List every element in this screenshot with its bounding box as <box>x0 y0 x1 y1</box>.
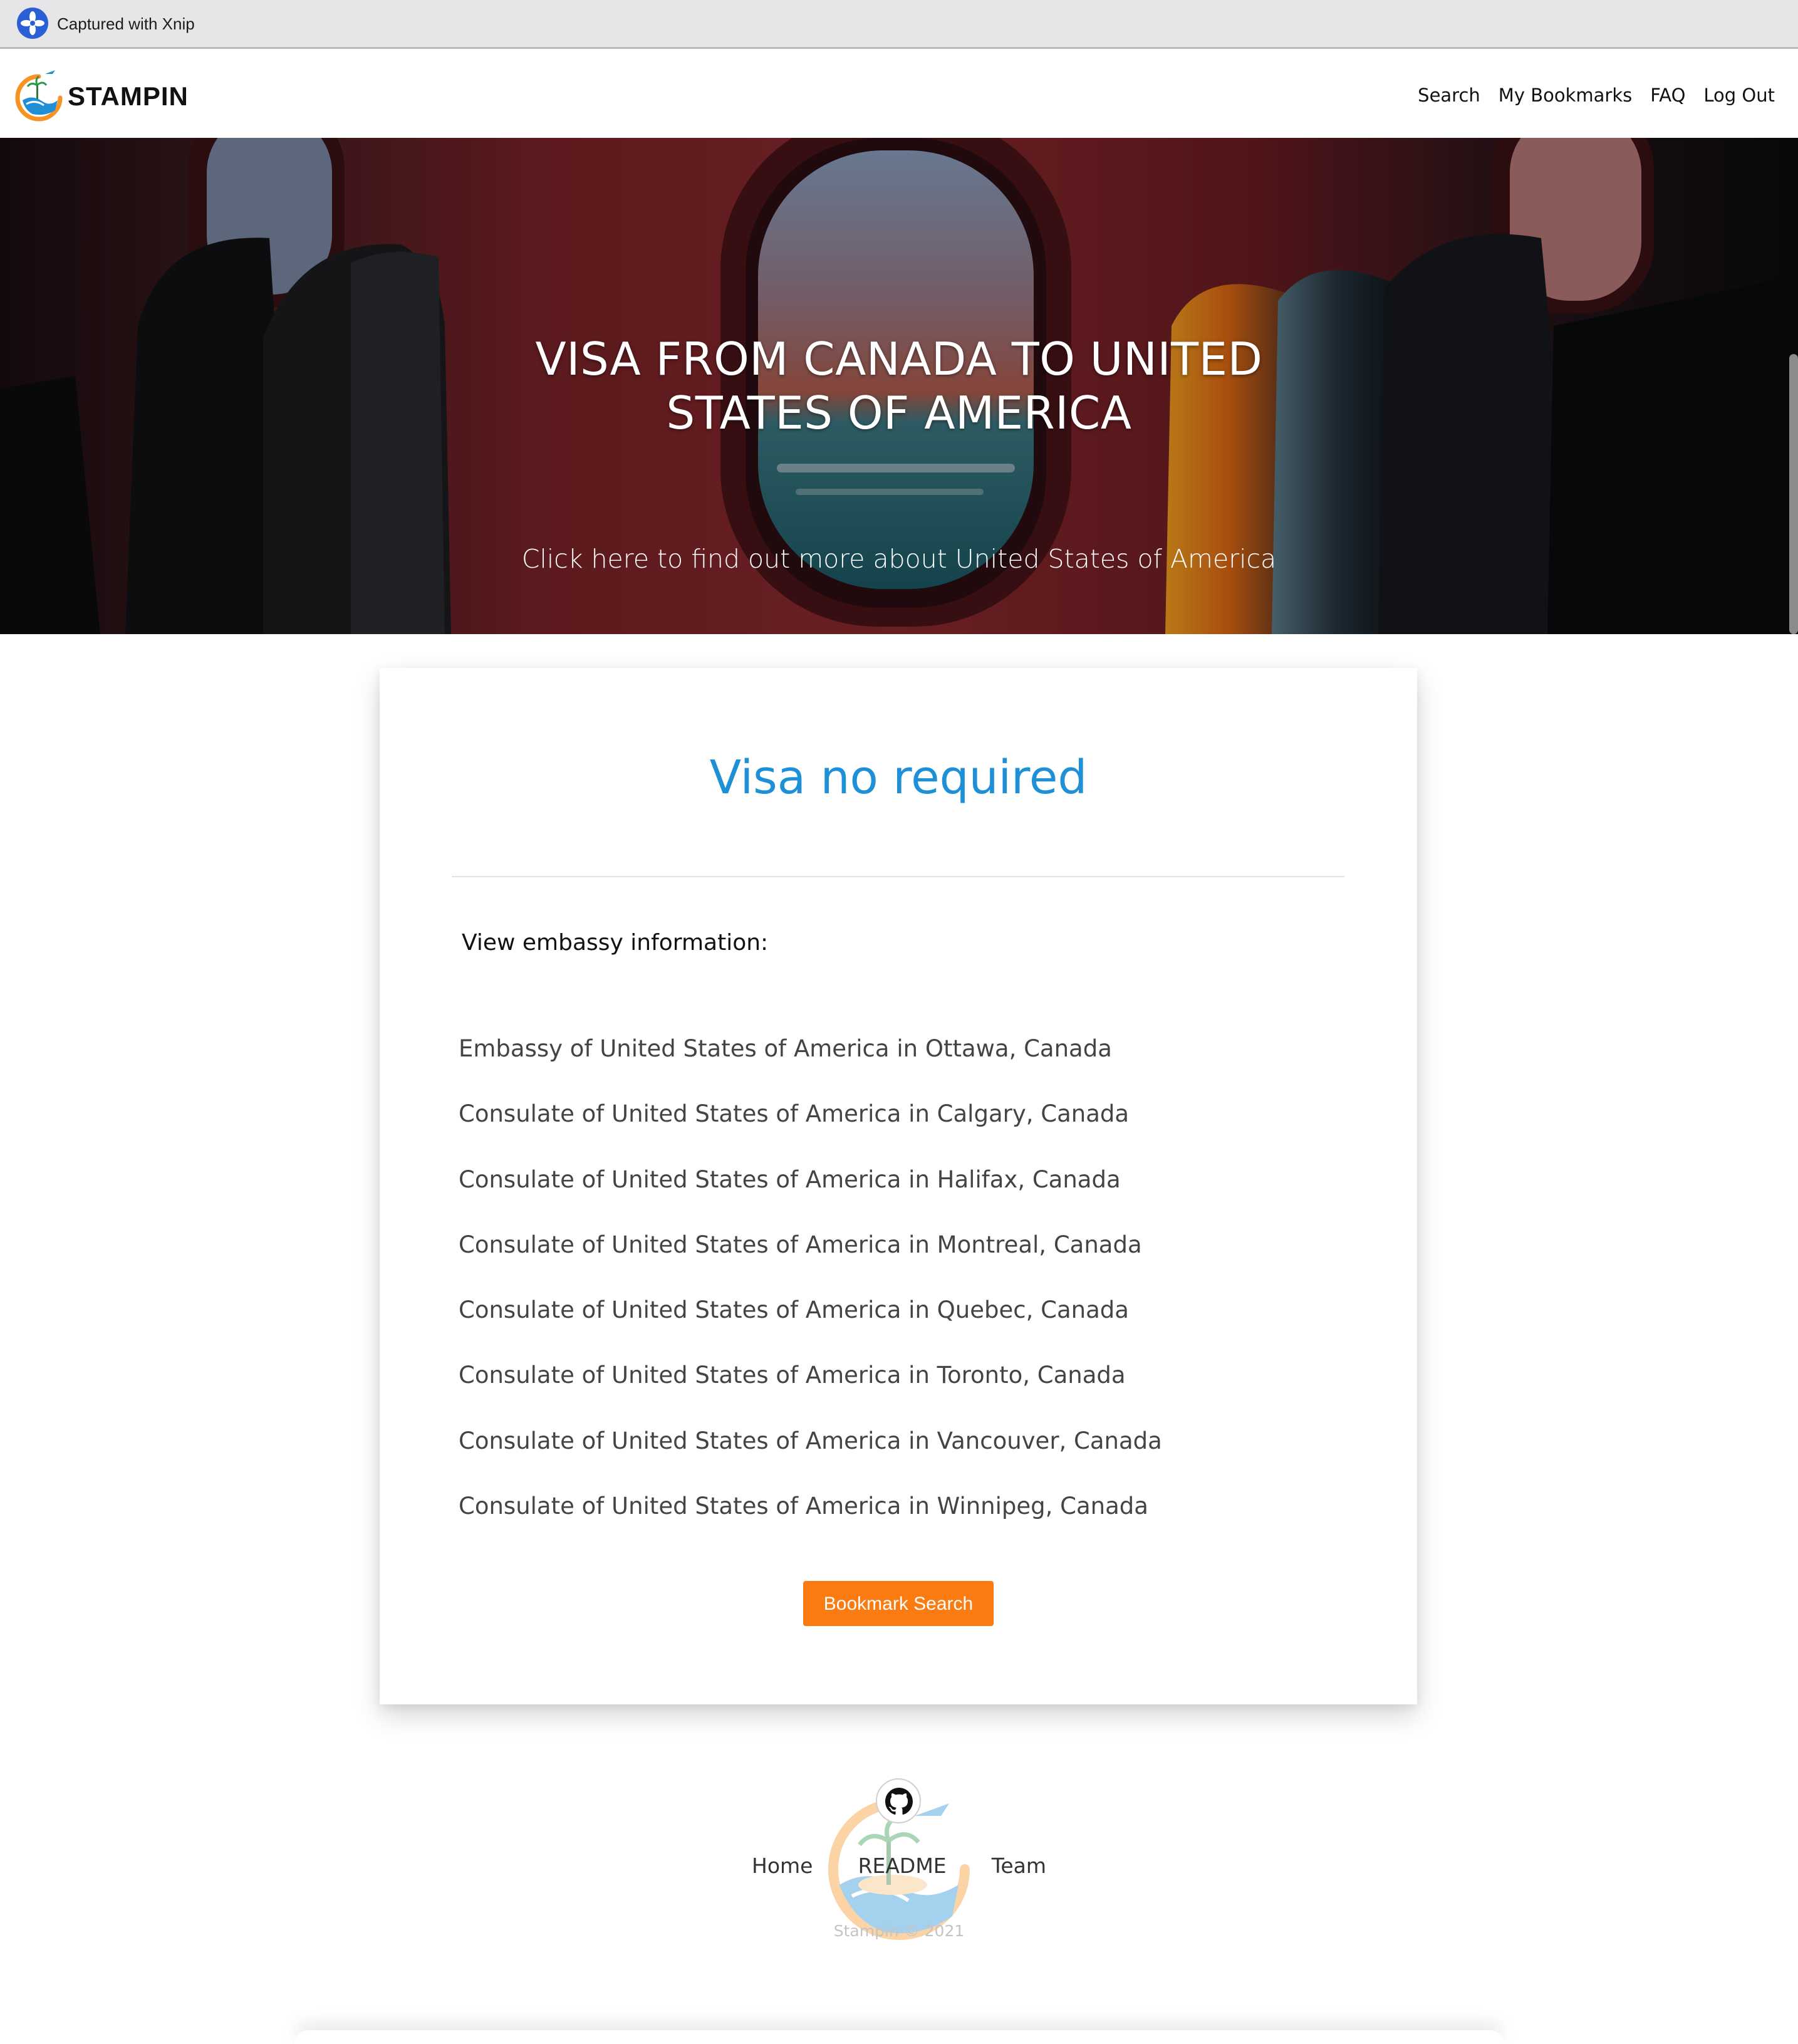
embassy-link-ottawa[interactable]: Embassy of United States of America in O… <box>459 1016 1162 1082</box>
visa-result-card: Visa no required View embassy informatio… <box>380 668 1417 1704</box>
footer-links: Home README Team <box>752 1848 1046 1884</box>
hero-title: VISA FROM CANADA TO UNITED STATES OF AME… <box>460 332 1338 440</box>
nav-log-out[interactable]: Log Out <box>1703 78 1775 113</box>
nav-my-bookmarks[interactable]: My Bookmarks <box>1499 78 1632 113</box>
consulate-link-montreal[interactable]: Consulate of United States of America in… <box>459 1212 1162 1278</box>
hero-title-line-2: STATES OF AMERICA <box>666 387 1132 439</box>
footer-team-link[interactable]: Team <box>992 1848 1046 1884</box>
consulate-link-quebec[interactable]: Consulate of United States of America in… <box>459 1278 1162 1343</box>
copyright: Stampin © 2021 <box>833 1922 965 1940</box>
hero-banner: VISA FROM CANADA TO UNITED STATES OF AME… <box>0 138 1798 634</box>
nav-faq[interactable]: FAQ <box>1650 78 1685 113</box>
consulate-link-toronto[interactable]: Consulate of United States of America in… <box>459 1343 1162 1408</box>
page-scrollbar[interactable] <box>1789 354 1798 634</box>
visa-status: Visa no required <box>709 751 1088 805</box>
nav-links: Search My Bookmarks FAQ Log Out <box>1418 78 1775 113</box>
footer-home-link[interactable]: Home <box>752 1848 813 1884</box>
top-navbar: STAMPIN Search My Bookmarks FAQ Log Out <box>0 49 1798 138</box>
bookmark-search-button[interactable]: Bookmark Search <box>803 1581 994 1626</box>
capture-bar: Captured with Xnip <box>0 0 1798 49</box>
nav-search[interactable]: Search <box>1418 78 1480 113</box>
country-info-link[interactable]: Click here to find out more about United… <box>273 541 1525 576</box>
hero-title-line-1: VISA FROM CANADA TO UNITED <box>535 333 1263 385</box>
consulate-link-calgary[interactable]: Consulate of United States of America in… <box>459 1082 1162 1147</box>
brand-name[interactable]: STAMPIN <box>68 79 189 114</box>
bottom-card-edge <box>294 2030 1504 2044</box>
footer-readme-link[interactable]: README <box>858 1848 947 1884</box>
xnip-icon <box>17 8 48 39</box>
consulate-link-winnipeg[interactable]: Consulate of United States of America in… <box>459 1474 1162 1539</box>
github-icon[interactable] <box>876 1778 921 1823</box>
divider <box>452 876 1344 877</box>
embassy-heading: View embassy information: <box>462 930 769 956</box>
stampin-logo-icon[interactable] <box>14 69 64 122</box>
capture-label: Captured with Xnip <box>57 14 195 33</box>
consulate-link-halifax[interactable]: Consulate of United States of America in… <box>459 1147 1162 1212</box>
embassy-list: Embassy of United States of America in O… <box>459 1016 1162 1539</box>
consulate-link-vancouver[interactable]: Consulate of United States of America in… <box>459 1409 1162 1474</box>
